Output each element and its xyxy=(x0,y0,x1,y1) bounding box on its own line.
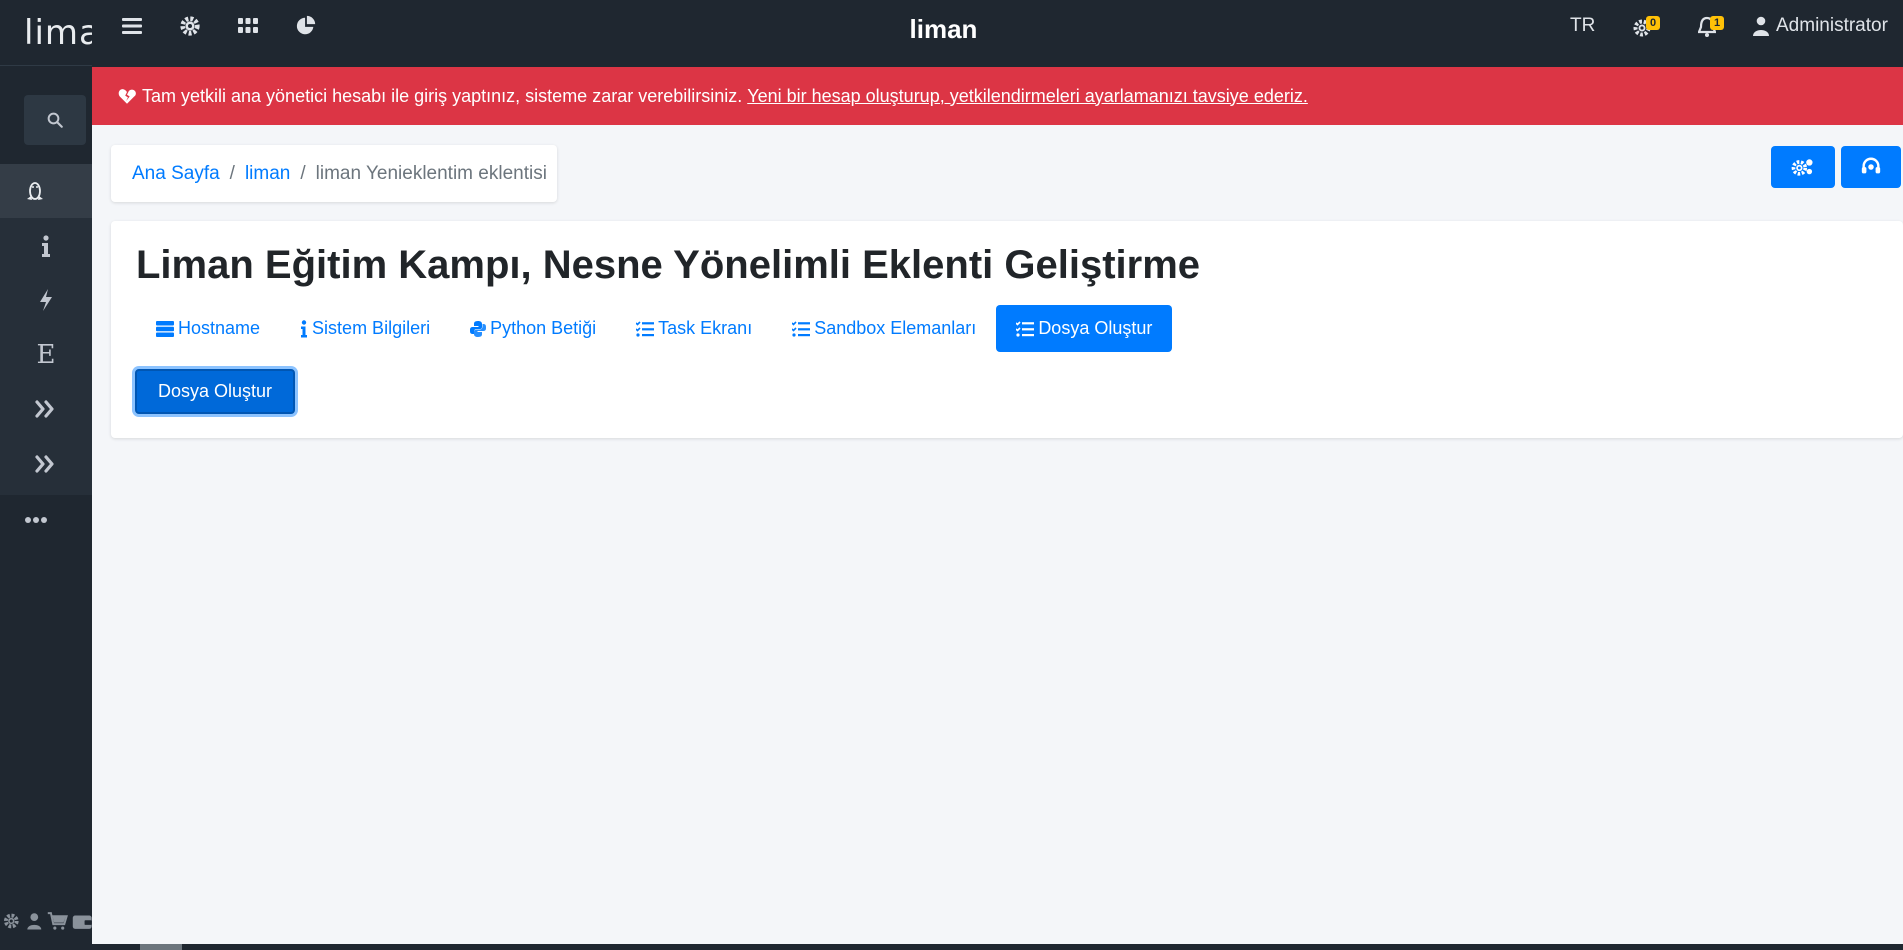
double-chevron-right-icon xyxy=(35,455,54,473)
info-icon xyxy=(42,235,50,257)
tab-task-ekrani[interactable]: Task Ekranı xyxy=(616,305,772,352)
sidebar-item-more[interactable] xyxy=(0,493,92,547)
server-icon xyxy=(156,320,174,337)
language-selector[interactable]: TR xyxy=(1570,15,1595,37)
sidebar-search-button[interactable] xyxy=(24,95,86,145)
top-navbar: liman TR 0 1 Administrator xyxy=(92,0,1903,67)
sidebar: lima E xyxy=(0,0,92,950)
cogs-icon xyxy=(1791,159,1813,176)
system-settings-button[interactable]: 0 xyxy=(1632,16,1668,42)
breadcrumb-server[interactable]: liman xyxy=(245,163,290,185)
bolt-icon xyxy=(40,289,52,311)
gear-icon[interactable] xyxy=(2,911,21,931)
notifications-badge: 1 xyxy=(1710,16,1725,30)
cart-icon[interactable] xyxy=(47,911,68,931)
tab-hostname[interactable]: Hostname xyxy=(136,305,280,352)
extension-settings-button[interactable] xyxy=(1771,146,1835,188)
sidebar-item-server[interactable] xyxy=(0,164,92,218)
brand-logo-text: lima xyxy=(24,12,92,53)
info-icon xyxy=(301,319,308,337)
tab-bar: Hostname Sistem Bilgileri Python Betiği … xyxy=(136,305,1173,352)
tab-python-betigi[interactable]: Python Betiği xyxy=(450,305,616,352)
sidebar-footer xyxy=(0,906,92,936)
tasks-icon xyxy=(792,320,811,337)
tab-label: Sandbox Elemanları xyxy=(814,318,977,338)
tasks-icon xyxy=(636,320,655,337)
notifications-button[interactable]: 1 xyxy=(1697,16,1734,42)
ellipsis-icon xyxy=(25,517,47,523)
user-name: Administrator xyxy=(1776,15,1888,36)
sidebar-item-bolt[interactable] xyxy=(0,273,92,327)
tab-dosya-olustur[interactable]: Dosya Oluştur xyxy=(996,305,1173,352)
linux-icon xyxy=(27,182,43,200)
sidebar-item-extension-2[interactable] xyxy=(0,437,92,491)
alert-link[interactable]: Yeni bir hesap oluşturup, yetkilendirmel… xyxy=(747,86,1308,107)
headset-icon xyxy=(1861,157,1881,174)
tasks-icon xyxy=(1016,320,1035,337)
breadcrumb-separator: / xyxy=(300,162,306,184)
warning-alert: Tam yetkili ana yönetici hesabı ile giri… xyxy=(92,67,1903,125)
sidebar-item-e[interactable]: E xyxy=(0,328,92,382)
support-button[interactable] xyxy=(1841,146,1901,188)
tab-label: Sistem Bilgileri xyxy=(312,318,431,338)
scrollbar-thumb[interactable] xyxy=(140,944,182,950)
navbar-title: liman xyxy=(909,14,978,44)
create-file-button[interactable]: Dosya Oluştur xyxy=(135,369,295,414)
horizontal-scrollbar[interactable] xyxy=(92,944,1903,950)
breadcrumb-current: liman Yenieklentim eklentisi xyxy=(315,162,547,184)
breadcrumb: Ana Sayfa / liman / liman Yenieklentim e… xyxy=(111,145,557,202)
python-icon xyxy=(470,320,487,337)
alert-message: Tam yetkili ana yönetici hesabı ile giri… xyxy=(142,85,743,106)
user-icon[interactable] xyxy=(25,911,44,931)
sidebar-item-extension-1[interactable] xyxy=(0,382,92,436)
search-icon xyxy=(47,112,63,128)
breadcrumb-home[interactable]: Ana Sayfa xyxy=(132,163,220,185)
tab-sandbox-elemanlari[interactable]: Sandbox Elemanları xyxy=(772,305,996,352)
breadcrumb-separator: / xyxy=(229,162,235,184)
settings-badge: 0 xyxy=(1646,16,1661,30)
tab-label: Task Ekranı xyxy=(658,318,753,338)
heart-broken-icon xyxy=(118,88,136,104)
double-chevron-right-icon xyxy=(35,400,54,418)
tab-label: Dosya Oluştur xyxy=(1038,318,1153,338)
tab-label: Hostname xyxy=(178,318,261,338)
user-menu[interactable]: Administrator xyxy=(1752,15,1888,37)
tab-sistem-bilgileri[interactable]: Sistem Bilgileri xyxy=(280,305,450,352)
sidebar-item-info[interactable] xyxy=(0,219,92,273)
page-title: Liman Eğitim Kampı, Nesne Yönelimli Ekle… xyxy=(136,243,1201,287)
user-icon xyxy=(1753,16,1769,36)
letter-e-icon: E xyxy=(36,340,56,370)
brand[interactable]: lima xyxy=(0,0,92,66)
wallet-icon[interactable] xyxy=(72,911,92,931)
tab-label: Python Betiği xyxy=(490,318,597,338)
extension-card: Liman Eğitim Kampı, Nesne Yönelimli Ekle… xyxy=(111,221,1903,438)
